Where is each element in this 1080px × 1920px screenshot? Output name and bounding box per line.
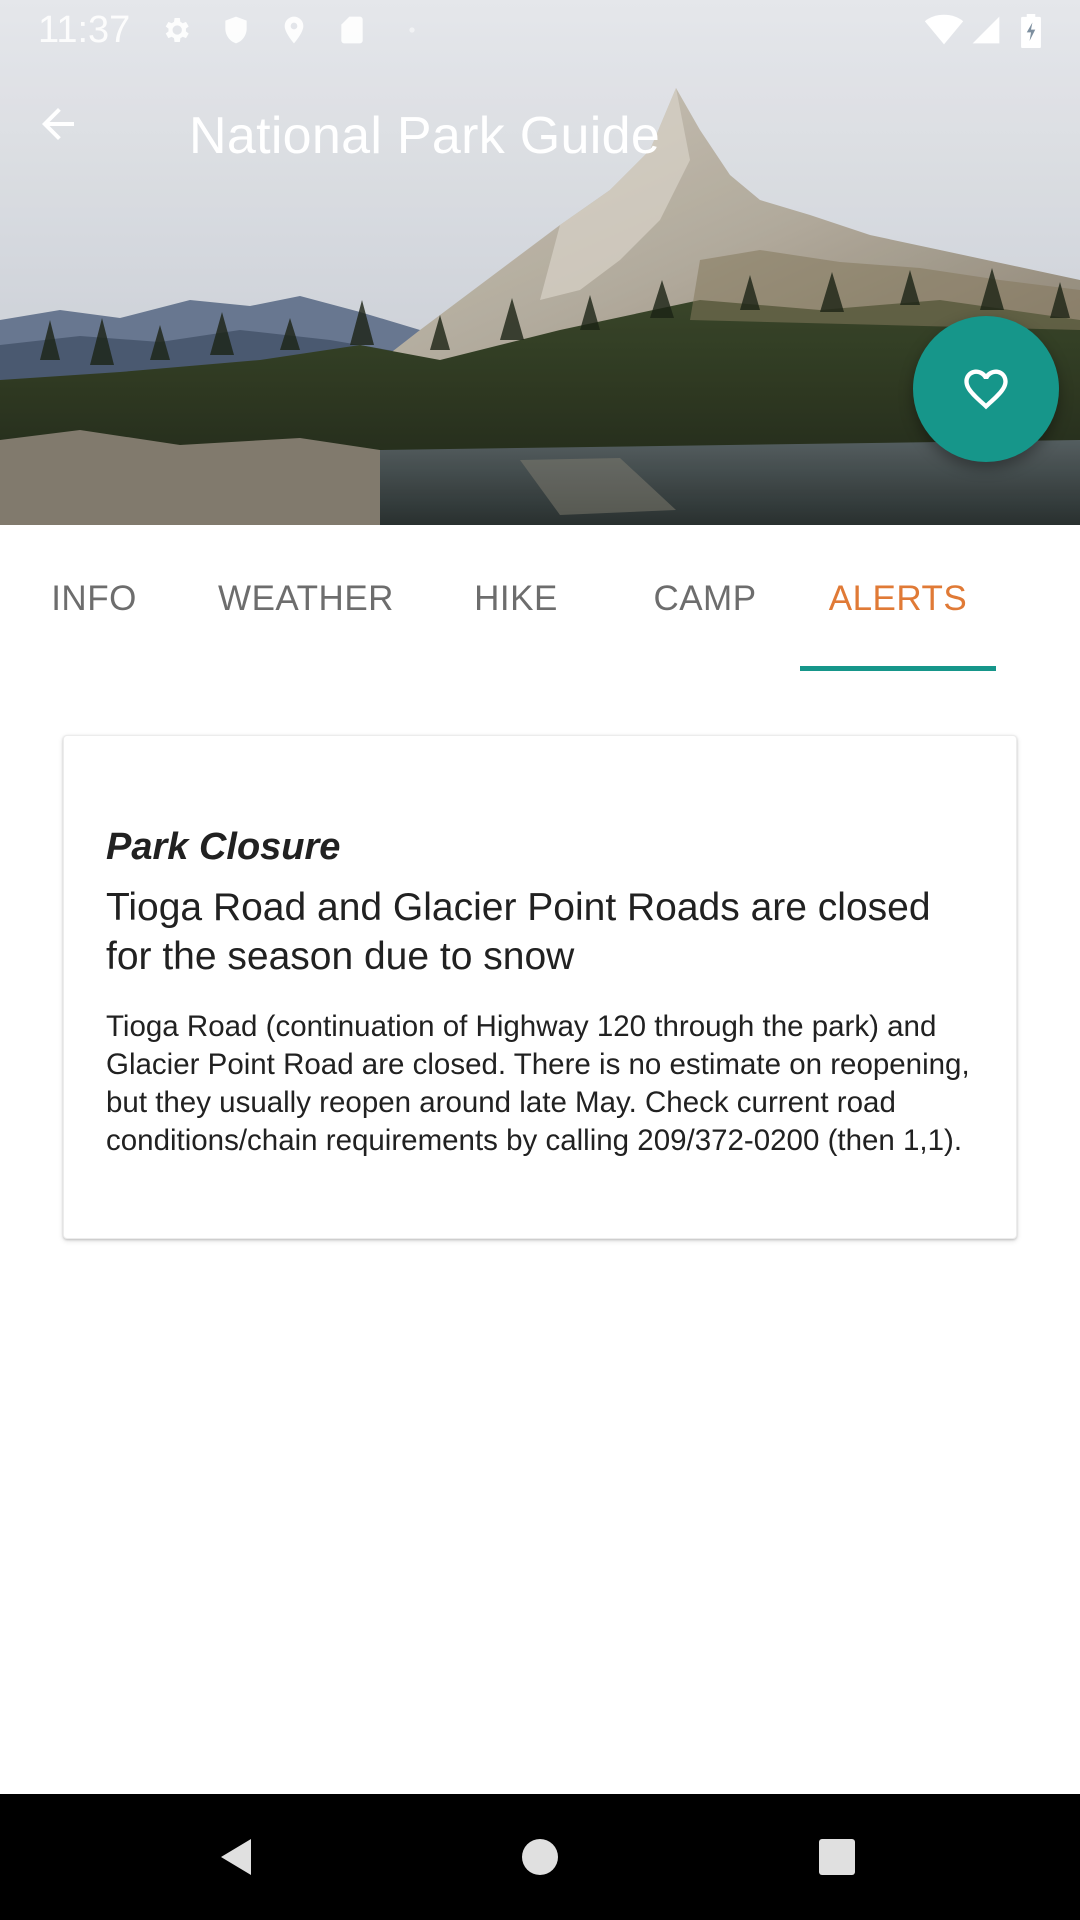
active-tab-indicator <box>800 666 996 671</box>
tab-bar: INFO WEATHER HIKE CAMP ALERTS <box>0 525 1080 673</box>
recents-square-icon <box>819 1839 855 1875</box>
back-triangle-icon <box>221 1839 251 1875</box>
heart-outline-icon <box>964 369 1008 410</box>
tab-info[interactable]: INFO <box>34 525 154 673</box>
home-circle-icon <box>522 1839 558 1875</box>
back-button[interactable] <box>34 100 114 180</box>
alert-title: Tioga Road and Glacier Point Roads are c… <box>106 886 931 978</box>
dot-icon <box>396 14 428 46</box>
location-pin-icon <box>278 14 310 46</box>
status-bar: 11:37 <box>0 0 1080 60</box>
screen: 11:37 National Park Guide INFO WEATHER H… <box>0 0 1080 1920</box>
alert-description: Tioga Road (continuation of Highway 120 … <box>106 1010 970 1157</box>
favorite-button[interactable] <box>913 316 1059 462</box>
wifi-icon <box>924 14 964 46</box>
shield-icon <box>220 14 252 46</box>
arrow-back-icon <box>42 108 74 140</box>
tab-hike[interactable]: HIKE <box>450 525 582 673</box>
tab-weather[interactable]: WEATHER <box>208 525 404 673</box>
status-time: 11:37 <box>38 9 131 51</box>
nav-back-button[interactable] <box>204 1824 270 1890</box>
nav-recents-button[interactable] <box>804 1824 870 1890</box>
cell-signal-icon <box>970 14 1002 46</box>
nav-home-button[interactable] <box>507 1824 573 1890</box>
system-navigation-bar <box>0 1794 1080 1920</box>
alert-type: Park Closure <box>106 826 341 868</box>
tab-camp[interactable]: CAMP <box>632 525 778 673</box>
tab-alerts[interactable]: ALERTS <box>800 525 996 673</box>
app-title: National Park Guide <box>189 107 661 165</box>
app-bar: National Park Guide <box>0 70 1080 206</box>
sd-card-icon <box>336 14 368 46</box>
alert-card: Park Closure Tioga Road and Glacier Poin… <box>63 735 1017 1239</box>
gear-icon <box>160 14 192 46</box>
header-hero-image: 11:37 National Park Guide <box>0 0 1080 525</box>
battery-icon <box>1018 14 1044 48</box>
